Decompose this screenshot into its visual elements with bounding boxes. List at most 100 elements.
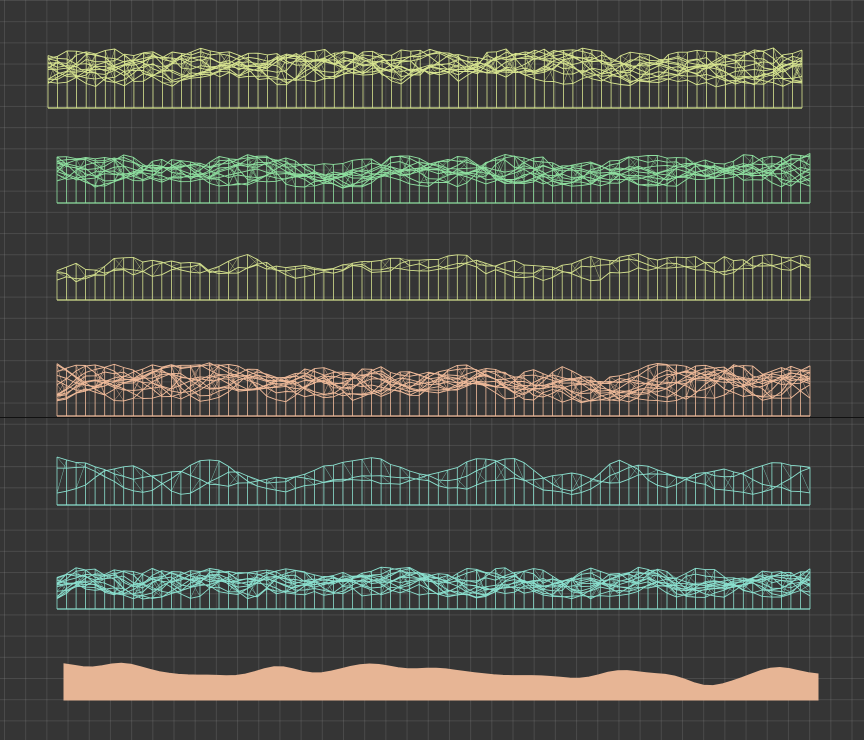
mesh-cross-link <box>495 262 506 267</box>
mesh-ridge-line <box>56 254 811 283</box>
mesh-cross-link <box>495 386 506 400</box>
mesh-cross-link <box>361 475 372 481</box>
mesh-ridge-line <box>56 364 811 402</box>
mesh-cross-link <box>705 365 715 369</box>
mesh-ridge-line <box>56 457 811 495</box>
mesh-cross-link <box>190 479 201 494</box>
mesh-cross-link <box>723 476 734 492</box>
mesh-cross-link <box>743 154 753 164</box>
mesh-cross-link <box>94 162 105 173</box>
mesh-cross-link <box>686 478 696 483</box>
mesh-cross-link <box>171 262 181 267</box>
mesh-cross-link <box>590 172 601 179</box>
mesh-cross-link <box>514 272 525 278</box>
mesh-cross-link <box>743 479 754 493</box>
mesh-cross-link <box>209 460 220 485</box>
mesh-cross-link <box>647 155 658 172</box>
mesh-cross-link <box>285 392 296 402</box>
mesh-cross-link <box>171 471 182 492</box>
mesh-cross-link <box>628 179 639 186</box>
mesh-cross-link <box>705 569 715 582</box>
mesh-cross-link <box>334 68 345 79</box>
mesh-cross-link <box>75 263 86 277</box>
mesh-cross-link <box>429 56 440 65</box>
mesh-cross-link <box>514 264 525 273</box>
mesh-cross-link <box>315 78 325 82</box>
mesh-cross-link <box>361 158 372 172</box>
mesh-cross-link <box>457 255 468 268</box>
mesh-scene <box>47 47 819 701</box>
terrain-mesh-1[interactable] <box>47 47 803 109</box>
mesh-cross-link <box>361 459 372 477</box>
mesh-cross-link <box>647 473 658 481</box>
mesh-ridge-line <box>56 362 811 403</box>
mesh-cross-link <box>419 267 429 272</box>
mesh-cross-link <box>609 260 620 265</box>
mesh-cross-link <box>95 266 105 271</box>
mesh-cross-link <box>56 459 67 494</box>
mesh-cross-link <box>658 67 669 80</box>
mesh-ridge-line <box>56 154 811 187</box>
mesh-cross-link <box>266 571 277 573</box>
mesh-cross-link <box>323 163 334 175</box>
mesh-cross-link <box>228 365 239 376</box>
mesh-cross-link <box>495 466 506 481</box>
mesh-cross-link <box>571 472 582 493</box>
mesh-cross-link <box>219 71 230 78</box>
mesh-cross-link <box>76 567 86 571</box>
mesh-cross-link <box>609 382 620 389</box>
terrain-mesh-7-solid[interactable] <box>63 662 819 701</box>
mesh-cross-link <box>228 471 239 484</box>
mesh-cross-link <box>152 475 162 485</box>
mesh-cross-link <box>400 265 410 270</box>
mesh-cross-link <box>247 475 258 482</box>
mesh-cross-link <box>743 365 754 380</box>
mesh-ridge-line <box>47 48 803 83</box>
mesh-cross-link <box>533 479 544 491</box>
mesh-cross-link <box>800 471 811 494</box>
mesh-cross-link <box>56 375 67 380</box>
mesh-ridge-line <box>56 458 811 495</box>
mesh-cross-link <box>647 469 658 475</box>
mesh-cross-link <box>75 462 86 489</box>
mesh-cross-link <box>285 267 296 270</box>
mesh-cross-link <box>533 470 544 479</box>
mesh-cross-link <box>685 257 696 268</box>
mesh-cross-link <box>514 572 525 586</box>
mesh-ridge-line <box>56 254 811 282</box>
mesh-cross-link <box>620 55 631 63</box>
mesh-cross-link <box>285 270 296 279</box>
mesh-cross-link <box>762 485 773 493</box>
mesh-cross-link <box>247 254 258 265</box>
mesh-cross-link <box>94 372 105 395</box>
mesh-cross-link <box>457 461 468 488</box>
mesh-cross-link <box>495 461 506 480</box>
mesh-cross-link <box>285 478 296 489</box>
mesh-cross-link <box>457 162 468 173</box>
mesh-cross-link <box>762 396 772 399</box>
mesh-cross-link <box>800 584 811 591</box>
mesh-cross-link <box>734 53 745 78</box>
mesh-cross-link <box>323 465 334 482</box>
mesh-cross-link <box>342 462 353 478</box>
mesh-cross-link <box>552 474 563 485</box>
terrain-mesh-6[interactable] <box>56 566 811 610</box>
mesh-cross-link <box>133 479 144 493</box>
mesh-ridge-line <box>56 456 811 495</box>
mesh-cross-link <box>609 260 620 274</box>
mesh-cross-link <box>152 568 162 577</box>
3d-viewport[interactable] <box>0 0 864 740</box>
terrain-mesh-2[interactable] <box>56 153 811 204</box>
mesh-cross-link <box>113 575 124 595</box>
mesh-cross-link <box>781 483 792 492</box>
terrain-surface <box>63 662 819 701</box>
mesh-cross-link <box>685 157 696 164</box>
terrain-mesh-5[interactable] <box>56 456 811 506</box>
mesh-cross-link <box>228 261 239 274</box>
terrain-mesh-4[interactable] <box>56 362 811 417</box>
mesh-cross-link <box>514 179 525 182</box>
mesh-cross-link <box>723 471 734 491</box>
mesh-cross-link <box>800 384 811 392</box>
terrain-mesh-3[interactable] <box>56 253 811 301</box>
mesh-cross-link <box>162 81 173 83</box>
